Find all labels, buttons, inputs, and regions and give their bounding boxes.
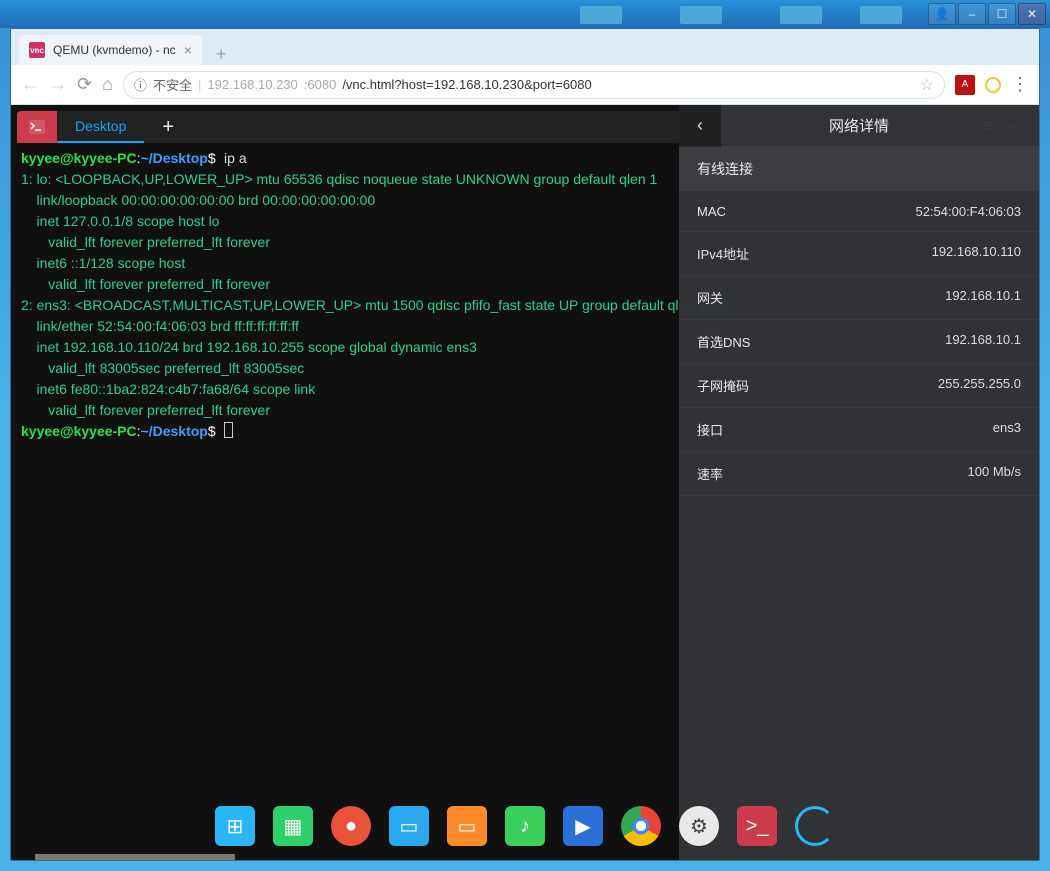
url-input[interactable]: ⓘ 不安全 | 192.168.10.230:6080/vnc.html?hos… [123,71,945,99]
pdf-extension-icon[interactable]: A [955,75,975,95]
dock-music-icon[interactable]: ♪ [505,806,545,846]
new-tab-button[interactable]: + [208,44,235,65]
net-row-dns: 首选DNS192.168.10.1 [679,320,1039,364]
dock-appstore-icon[interactable]: ▭ [447,806,487,846]
desktop-icon [680,6,722,24]
maximize-button[interactable]: ☐ [988,3,1016,25]
terminal-new-tab-button[interactable]: + [144,116,192,139]
terminal-app-icon [17,111,57,143]
net-row-mac: MAC52:54:00:F4:06:03 [679,192,1039,232]
security-label: 不安全 [153,75,192,94]
connection-type-label: 有线连接 [679,147,1039,192]
dock-store-icon[interactable]: ● [331,806,371,846]
nav-forward-button[interactable]: → [49,74,67,95]
net-row-netmask: 子网掩码255.255.255.0 [679,364,1039,408]
user-menu-button[interactable]: 👤 [928,3,956,25]
net-row-speed: 速率100 Mb/s [679,452,1039,496]
browser-menu-button[interactable]: ⋮ [1011,74,1029,95]
network-panel-header: ‹ 网络详情 [679,105,1039,147]
dock-video-icon[interactable]: ▶ [563,806,603,846]
dock-terminal-icon[interactable]: >_ [737,806,777,846]
dock-loading-icon[interactable] [795,806,835,846]
url-host: 192.168.10.230 [207,77,297,92]
dock-settings-icon[interactable]: ⚙ [679,806,719,846]
terminal-tab-desktop[interactable]: Desktop [57,111,144,143]
desktop-icon [580,6,622,24]
net-row-interface: 接口ens3 [679,408,1039,452]
net-row-ipv4: IPv4地址192.168.10.110 [679,232,1039,276]
nav-back-button[interactable]: ← [21,74,39,95]
tab-title: QEMU (kvmdemo) - nc [53,43,176,57]
desktop-icon [780,6,822,24]
tab-close-icon[interactable]: × [184,42,192,58]
dock: ⊞ ▦ ● ▭ ▭ ♪ ▶ ⚙ >_ [215,802,835,850]
bookmark-star-icon[interactable]: ☆ [920,75,934,95]
nav-home-button[interactable]: ⌂ [102,74,113,95]
panel-title: 网络详情 [721,115,1039,136]
dock-files-icon[interactable]: ▦ [273,806,313,846]
extension-icon[interactable] [985,77,1001,93]
terminal-cursor [224,422,233,438]
url-path: /vnc.html?host=192.168.10.230&port=6080 [342,77,591,92]
net-row-gateway: 网关192.168.10.1 [679,276,1039,320]
browser-window: vnc QEMU (kvmdemo) - nc × + ← → ⟳ ⌂ ⓘ 不安… [10,28,1040,861]
browser-tabbar: vnc QEMU (kvmdemo) - nc × + [11,29,1039,65]
back-button[interactable]: ‹ [679,105,721,147]
nav-reload-button[interactable]: ⟳ [77,74,92,95]
network-details-panel: ‹ 网络详情 有线连接 MAC52:54:00:F4:06:03 IPv4地址1… [679,105,1039,860]
minimize-button[interactable]: – [958,3,986,25]
browser-tab-active[interactable]: vnc QEMU (kvmdemo) - nc × [19,35,202,65]
address-bar: ← → ⟳ ⌂ ⓘ 不安全 | 192.168.10.230:6080/vnc.… [11,65,1039,105]
info-icon: ⓘ [134,75,147,94]
dock-launcher-icon[interactable]: ⊞ [215,806,255,846]
dock-app-icon[interactable]: ▭ [389,806,429,846]
dock-chrome-icon[interactable] [621,806,661,846]
browser-content: kyyee + 加关注 ✉ 发私信 访问：2738次 积分：198 等级：BLO… [11,105,1039,860]
desktop-icon [860,6,902,24]
close-button[interactable]: ✕ [1018,3,1046,25]
favicon-vnc-icon: vnc [29,42,45,58]
